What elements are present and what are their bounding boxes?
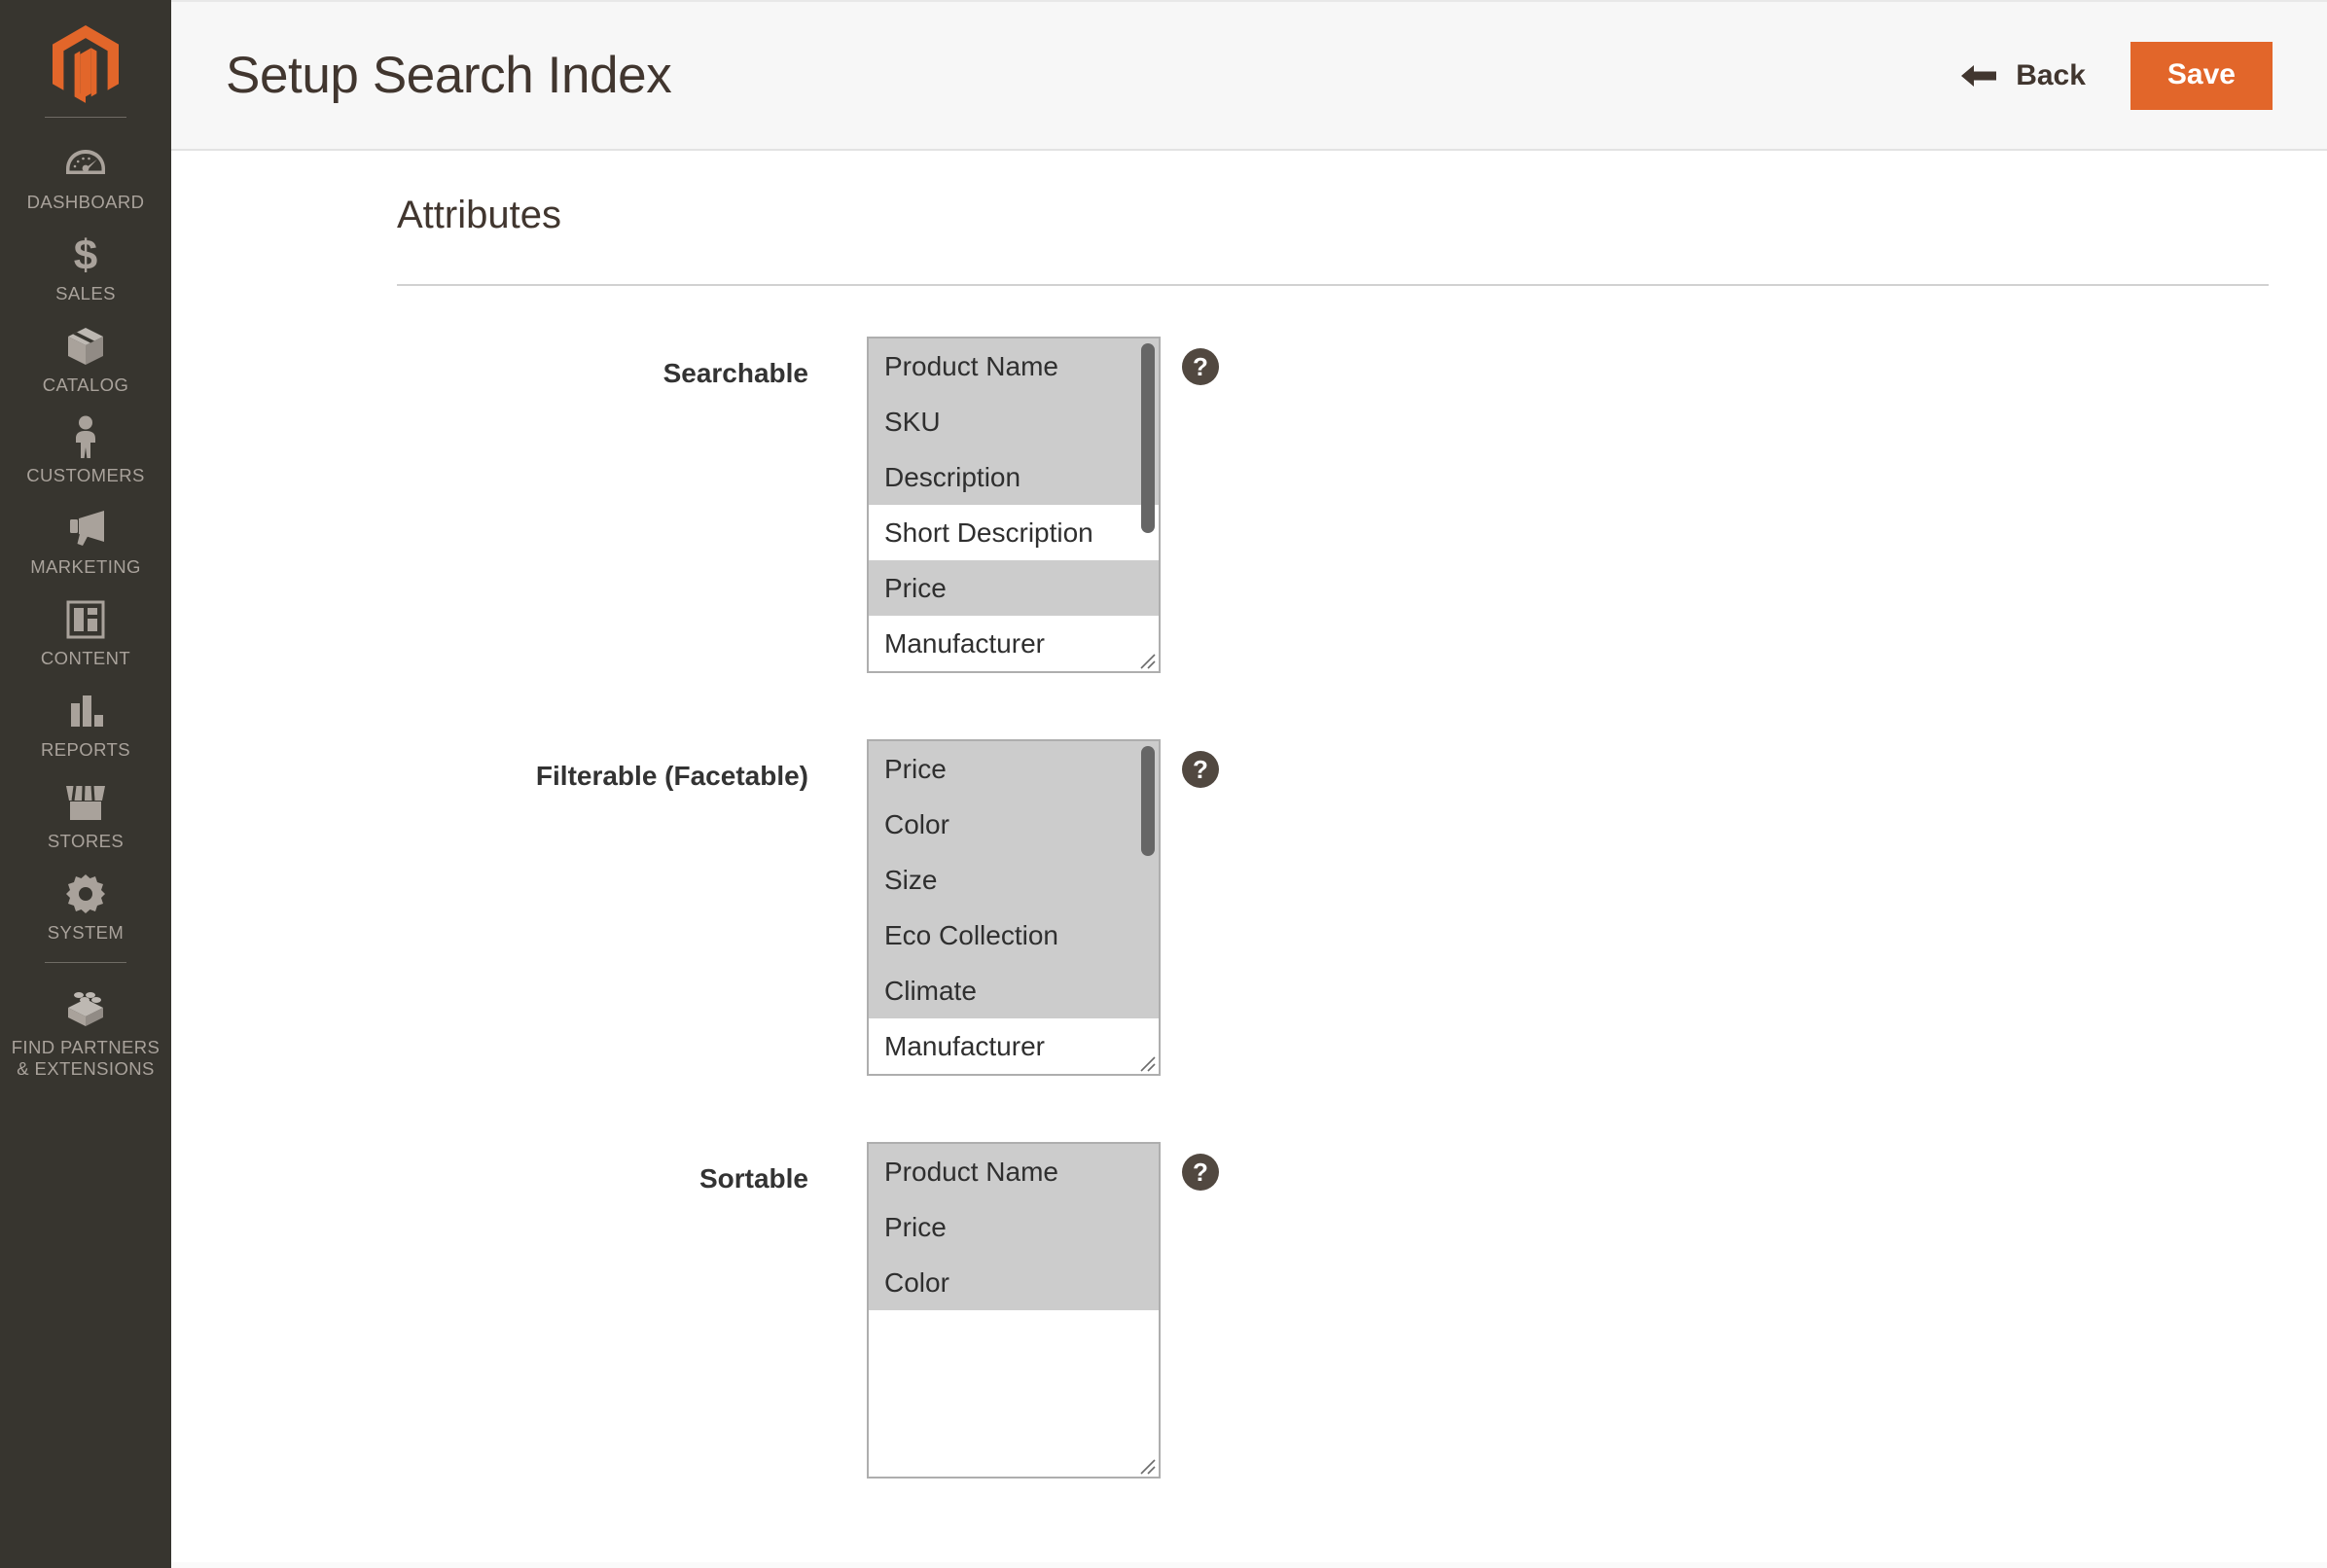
option-searchable-4[interactable]: Price — [869, 560, 1159, 616]
sidebar-item-system[interactable]: SYSTEM — [0, 862, 171, 953]
help-icon-searchable[interactable]: ? — [1182, 348, 1219, 385]
sidebar-item-label: CONTENT — [40, 648, 131, 669]
sidebar-item-content[interactable]: CONTENT — [0, 588, 171, 679]
searchable-resize-handle[interactable] — [1137, 651, 1157, 670]
sidebar-item-reports[interactable]: REPORTS — [0, 679, 171, 770]
section-title-attributes: Attributes — [397, 194, 561, 236]
sidebar-divider-top — [45, 117, 126, 118]
megaphone-icon — [63, 506, 108, 551]
option-sortable-1[interactable]: Price — [869, 1199, 1159, 1255]
option-sortable-0[interactable]: Product Name — [869, 1144, 1159, 1199]
sidebar-item-label: SALES — [55, 282, 116, 303]
option-searchable-1[interactable]: SKU — [869, 394, 1159, 449]
dashboard-gauge-icon — [65, 141, 106, 186]
layout-panel-icon — [66, 597, 105, 642]
searchable-scrollbar[interactable] — [1141, 343, 1155, 534]
box-icon — [66, 324, 105, 369]
storefront-icon — [63, 780, 108, 825]
sidebar-item-dashboard[interactable]: DASHBOARD — [0, 131, 171, 223]
sidebar-item-label: FIND PARTNERS & EXTENSIONS — [11, 1037, 161, 1080]
field-control-sortable: Product Name Price Color? — [867, 1142, 1219, 1479]
option-filterable-4[interactable]: Climate — [869, 963, 1159, 1018]
sidebar-item-label: SYSTEM — [47, 921, 125, 943]
sidebar-item-customers[interactable]: CUSTOMERS — [0, 405, 171, 496]
svg-text:$: $ — [74, 233, 97, 276]
sidebar-divider-bottom — [45, 962, 126, 964]
help-icon-filterable[interactable]: ? — [1182, 751, 1219, 788]
header-actions: Back Save — [1955, 41, 2273, 110]
field-label-sortable: Sortable — [698, 1163, 808, 1194]
page-title: Setup Search Index — [226, 47, 672, 104]
field-label-searchable: Searchable — [662, 358, 808, 388]
option-filterable-0[interactable]: Price — [869, 741, 1159, 797]
field-row-filterable: Filterable (Facetable) Price Color Size Eco … — [171, 739, 2327, 1076]
field-row-searchable: Searchable Product Name SKU Description Shor… — [171, 337, 2327, 673]
sortable-empty-area — [869, 1310, 1159, 1477]
admin-page: DASHBOARD $ SALES CATALOG CUSTOMERS MARK… — [0, 0, 2327, 1568]
filterable-resize-handle[interactable] — [1137, 1053, 1157, 1073]
magento-logo-icon — [53, 25, 119, 103]
option-filterable-2[interactable]: Size — [869, 852, 1159, 908]
back-button[interactable]: Back — [1955, 53, 2090, 98]
option-searchable-0[interactable]: Product Name — [869, 339, 1159, 394]
field-row-sortable: Sortable Product Name Price Color? — [171, 1142, 2327, 1479]
sortable-multiselect[interactable]: Product Name Price Color — [867, 1142, 1161, 1479]
dollar-sign-icon: $ — [71, 232, 100, 277]
sidebar-item-catalog[interactable]: CATALOG — [0, 314, 171, 406]
person-icon — [73, 414, 98, 459]
admin-sidebar: DASHBOARD $ SALES CATALOG CUSTOMERS MARK… — [0, 0, 171, 1568]
sidebar-item-stores[interactable]: STORES — [0, 770, 171, 862]
searchable-multiselect[interactable]: Product Name SKU Description Short Descript… — [867, 337, 1161, 673]
page-header: Setup Search Index Back Save — [171, 0, 2327, 151]
magento-logo[interactable] — [0, 21, 171, 107]
sidebar-item-label: MARKETING — [30, 556, 141, 578]
field-control-filterable: Price Color Size Eco Collection Climate Manuf… — [867, 739, 1219, 1076]
option-sortable-2[interactable]: Color — [869, 1255, 1159, 1310]
filterable-scrollbar[interactable] — [1141, 746, 1155, 856]
sidebar-item-label: CATALOG — [42, 374, 129, 395]
option-filterable-1[interactable]: Color — [869, 797, 1159, 852]
page-content: Attributes Searchable Product Name SKU Desc… — [171, 151, 2327, 1568]
option-filterable-5[interactable]: Manufacturer — [869, 1018, 1159, 1074]
main-area: Setup Search Index Back Save Attributes … — [171, 0, 2327, 1568]
field-control-searchable: Product Name SKU Description Short Descript… — [867, 337, 1219, 673]
page-bottom-strip — [171, 1562, 2327, 1568]
option-searchable-3[interactable]: Short Description — [869, 505, 1159, 560]
bar-chart-icon — [65, 689, 106, 733]
sidebar-item-sales[interactable]: $ SALES — [0, 223, 171, 314]
save-button[interactable]: Save — [2130, 41, 2273, 110]
sidebar-item-find-partners-extensions[interactable]: FIND PARTNERS & EXTENSIONS — [0, 977, 171, 1089]
option-searchable-2[interactable]: Description — [869, 449, 1159, 505]
sidebar-item-label: STORES — [47, 830, 125, 851]
field-label-filterable: Filterable (Facetable) — [535, 761, 808, 791]
filterable-multiselect[interactable]: Price Color Size Eco Collection Climate Manuf… — [867, 739, 1161, 1076]
sidebar-item-label: REPORTS — [41, 738, 130, 760]
option-searchable-5[interactable]: Manufacturer — [869, 616, 1159, 671]
sortable-resize-handle[interactable] — [1137, 1456, 1157, 1476]
lego-brick-icon — [64, 986, 107, 1031]
sidebar-item-label: CUSTOMERS — [26, 465, 145, 486]
arrow-left-icon — [1959, 62, 1998, 89]
back-button-label: Back — [2016, 58, 2086, 91]
sidebar-item-marketing[interactable]: MARKETING — [0, 496, 171, 588]
gear-icon — [65, 872, 106, 916]
help-icon-sortable[interactable]: ? — [1182, 1154, 1219, 1191]
sidebar-item-label: DASHBOARD — [26, 192, 145, 212]
attributes-form: Searchable Product Name SKU Description Shor… — [171, 286, 2327, 1479]
option-filterable-3[interactable]: Eco Collection — [869, 908, 1159, 963]
